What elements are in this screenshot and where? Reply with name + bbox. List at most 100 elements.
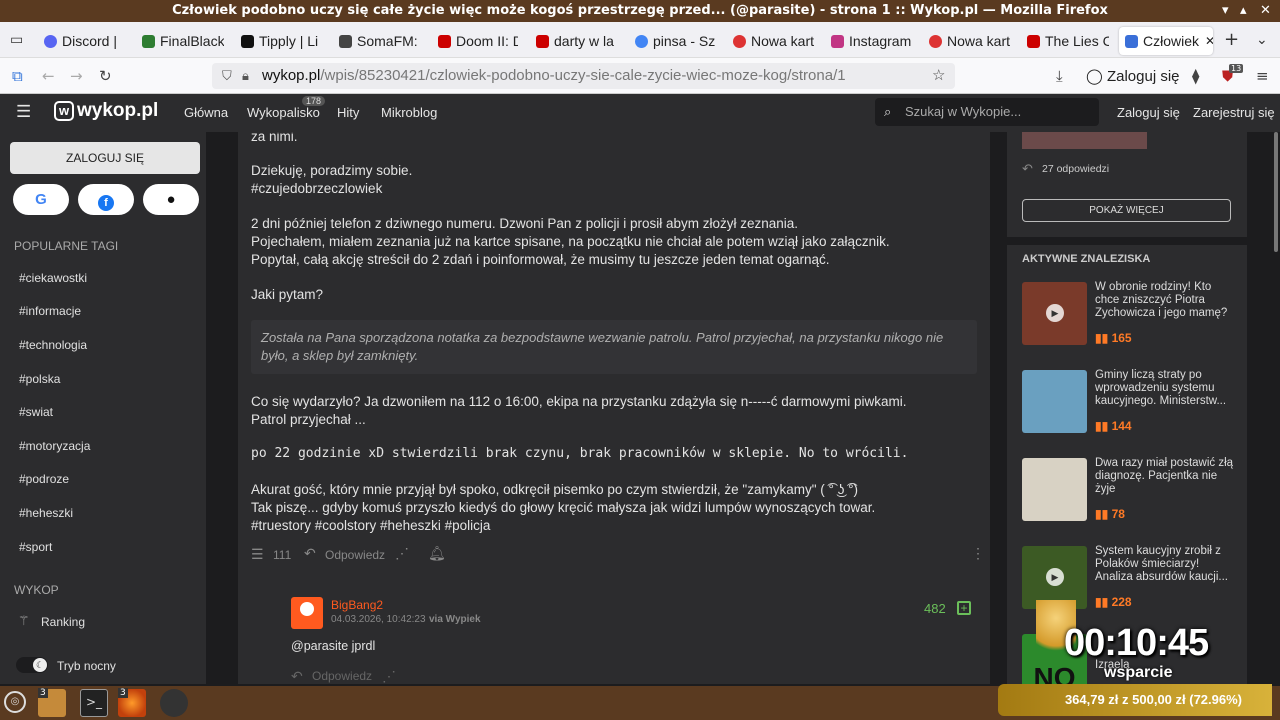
comments-count[interactable]: 111 — [273, 548, 291, 562]
hamburger-icon[interactable]: ☰ — [16, 102, 31, 122]
lock-icon[interactable]: 🔒︎ — [242, 63, 249, 89]
bookmark-star-icon[interactable]: ☆ — [932, 63, 945, 89]
finding-title[interactable]: W obronie rodziny! Kto chce zniszczyć Pi… — [1095, 281, 1235, 320]
ranking-link[interactable]: Ranking — [41, 615, 85, 629]
tag-link[interactable]: #technologia — [19, 338, 87, 352]
tab-list-icon[interactable]: ⌄ — [1256, 32, 1268, 48]
reply-link[interactable]: Odpowiedz — [325, 548, 385, 562]
finding-score-value: 144 — [1111, 419, 1132, 433]
terminal-icon[interactable]: >_ — [80, 689, 108, 717]
flame-icon: ▮▮ — [1095, 507, 1109, 521]
avatar[interactable] — [291, 597, 323, 629]
tag-link[interactable]: #informacje — [19, 304, 81, 318]
finding-thumbnail[interactable] — [1022, 458, 1087, 521]
finding-thumbnail[interactable]: ▶ — [1022, 282, 1087, 345]
post-line: Patrol przyjechał ... — [251, 412, 366, 427]
upvote-plus-icon[interactable]: + — [957, 601, 971, 615]
tab-tipply[interactable]: Tipply | Li — [241, 27, 321, 55]
login-button[interactable]: ZALOGUJ SIĘ — [10, 142, 200, 174]
tag-link[interactable]: #ciekawostki — [19, 271, 87, 285]
comment-share-icon[interactable]: ⋰ — [382, 668, 396, 684]
google-login-icon[interactable]: G — [13, 184, 69, 215]
tipply-favicon-icon — [241, 34, 254, 48]
extensions-icon[interactable]: ⧫ — [1192, 67, 1199, 85]
finding-title[interactable]: Dwa razy miał postawić złą diagnozę. Pac… — [1095, 457, 1235, 496]
tab-lies[interactable]: The Lies C — [1027, 27, 1109, 55]
tag-link[interactable]: #sport — [19, 540, 52, 554]
comments-icon[interactable]: ☰ — [251, 546, 264, 563]
image-thumbnail — [1022, 132, 1147, 149]
tab-new-1[interactable]: Nowa kart — [733, 27, 815, 55]
tab-darty[interactable]: darty w la — [536, 27, 616, 55]
reply-icon[interactable]: ↶ — [304, 545, 316, 562]
comment-author[interactable]: BigBang2 — [331, 598, 383, 612]
finding-score: ▮▮ 165 — [1095, 331, 1132, 345]
minimize-icon[interactable]: ▾ — [1222, 0, 1229, 22]
tab-discord[interactable]: Discord | — [44, 27, 124, 55]
more-options-icon[interactable]: ⋮ — [971, 545, 985, 562]
notify-bell-icon[interactable]: 🔔︎ — [428, 545, 446, 562]
site-search-input[interactable]: ⌕ Szukaj w Wykopie... — [875, 98, 1099, 126]
night-mode-toggle[interactable]: ☾ — [16, 657, 48, 673]
downloads-icon[interactable]: ⤓ — [1056, 67, 1063, 85]
register-link[interactable]: Zarejestruj się — [1193, 105, 1275, 120]
start-menu-icon[interactable]: ◎ — [4, 691, 26, 713]
tab-somafm[interactable]: SomaFM: — [339, 27, 419, 55]
share-icon[interactable]: ⋰ — [395, 545, 409, 562]
post-hashtags[interactable]: #truestory #coolstory #heheszki #policja — [251, 518, 490, 533]
forward-icon[interactable]: → — [70, 67, 83, 85]
tab-doom[interactable]: Doom II: D — [438, 27, 518, 55]
tag-link[interactable]: #podroze — [19, 472, 69, 486]
finding-score-value: 78 — [1111, 507, 1125, 521]
close-window-icon[interactable]: ✕ — [1260, 0, 1271, 22]
tab-finalblack[interactable]: FinalBlack — [142, 27, 224, 55]
nav-hity[interactable]: Hity — [337, 105, 359, 120]
facebook-login-icon[interactable]: f — [98, 195, 114, 211]
obs-icon[interactable] — [160, 689, 188, 717]
page-scrollbar[interactable] — [1274, 132, 1278, 252]
url-bar[interactable]: ⛉ 🔒︎ wykop.pl/wpis/85230421/czlowiek-pod… — [212, 63, 955, 89]
sidebar-toggle-icon[interactable]: ⧉ — [12, 67, 23, 85]
post-line: Pojechałem, miałem zeznania już na kartc… — [251, 234, 890, 249]
nav-wykopalisko[interactable]: Wykopalisko — [247, 105, 320, 120]
tab-label: darty w la — [554, 33, 614, 49]
wykop-logo[interactable]: w wykop.pl — [54, 100, 158, 122]
finding-title[interactable]: Gminy liczą straty po wprowadzeniu syste… — [1095, 369, 1235, 408]
tab-czlowiek-active[interactable]: Człowiek ✕ — [1119, 27, 1213, 55]
tab-overview-icon[interactable]: ▭ — [10, 32, 23, 48]
back-icon[interactable]: ← — [42, 67, 55, 85]
file-manager-badge: 3 — [38, 688, 48, 698]
post-hashtag[interactable]: #czujedobrzeczlowiek — [251, 181, 382, 196]
permissions-icon[interactable]: ⛉ — [222, 63, 232, 89]
tab-label: SomaFM: — [357, 33, 418, 49]
replies-count[interactable]: 27 odpowiedzi — [1042, 163, 1109, 175]
finalblack-favicon-icon — [142, 34, 155, 48]
apple-login-icon[interactable]: ● — [143, 184, 199, 215]
comment-reply-link[interactable]: Odpowiedz — [312, 669, 372, 683]
tag-link[interactable]: #motoryzacja — [19, 439, 90, 453]
new-tab-icon[interactable]: + — [1224, 29, 1239, 50]
close-tab-icon[interactable]: ✕ — [1205, 34, 1213, 48]
finding-thumbnail[interactable] — [1022, 370, 1087, 433]
newtab-favicon-icon — [929, 34, 942, 48]
night-mode-label: Tryb nocny — [57, 659, 116, 673]
nav-mikroblog[interactable]: Mikroblog — [381, 105, 437, 120]
tag-link[interactable]: #swiat — [19, 405, 53, 419]
reload-icon[interactable]: ↻ — [99, 67, 112, 85]
finding-title[interactable]: System kaucyjny zrobił z Polaków śmiecia… — [1095, 545, 1235, 584]
account-button[interactable]: ◯ Zaloguj się — [1086, 67, 1180, 85]
active-findings-heading: AKTYWNE ZNALEZISKA — [1022, 253, 1151, 265]
show-more-button[interactable]: POKAŻ WIĘCEJ — [1022, 199, 1231, 222]
comment-reply-icon[interactable]: ↶ — [291, 668, 303, 684]
post-line: Popytał, całą akcję streścił do 2 zdań i… — [251, 252, 830, 267]
tab-new-2[interactable]: Nowa kart — [929, 27, 1011, 55]
tag-link[interactable]: #polska — [19, 372, 60, 386]
tab-instagram[interactable]: Instagram — [831, 27, 913, 55]
tab-pinsa[interactable]: pinsa - Sz — [635, 27, 715, 55]
menu-icon[interactable]: ≡ — [1256, 67, 1269, 85]
navigation-bar: ⧉ ← → ↻ ⛉ 🔒︎ wykop.pl/wpis/85230421/czlo… — [0, 58, 1280, 94]
tag-link[interactable]: #heheszki — [19, 506, 73, 520]
maximize-icon[interactable]: ▴ — [1240, 0, 1247, 22]
login-link[interactable]: Zaloguj się — [1117, 105, 1180, 120]
nav-glowna[interactable]: Główna — [184, 105, 228, 120]
